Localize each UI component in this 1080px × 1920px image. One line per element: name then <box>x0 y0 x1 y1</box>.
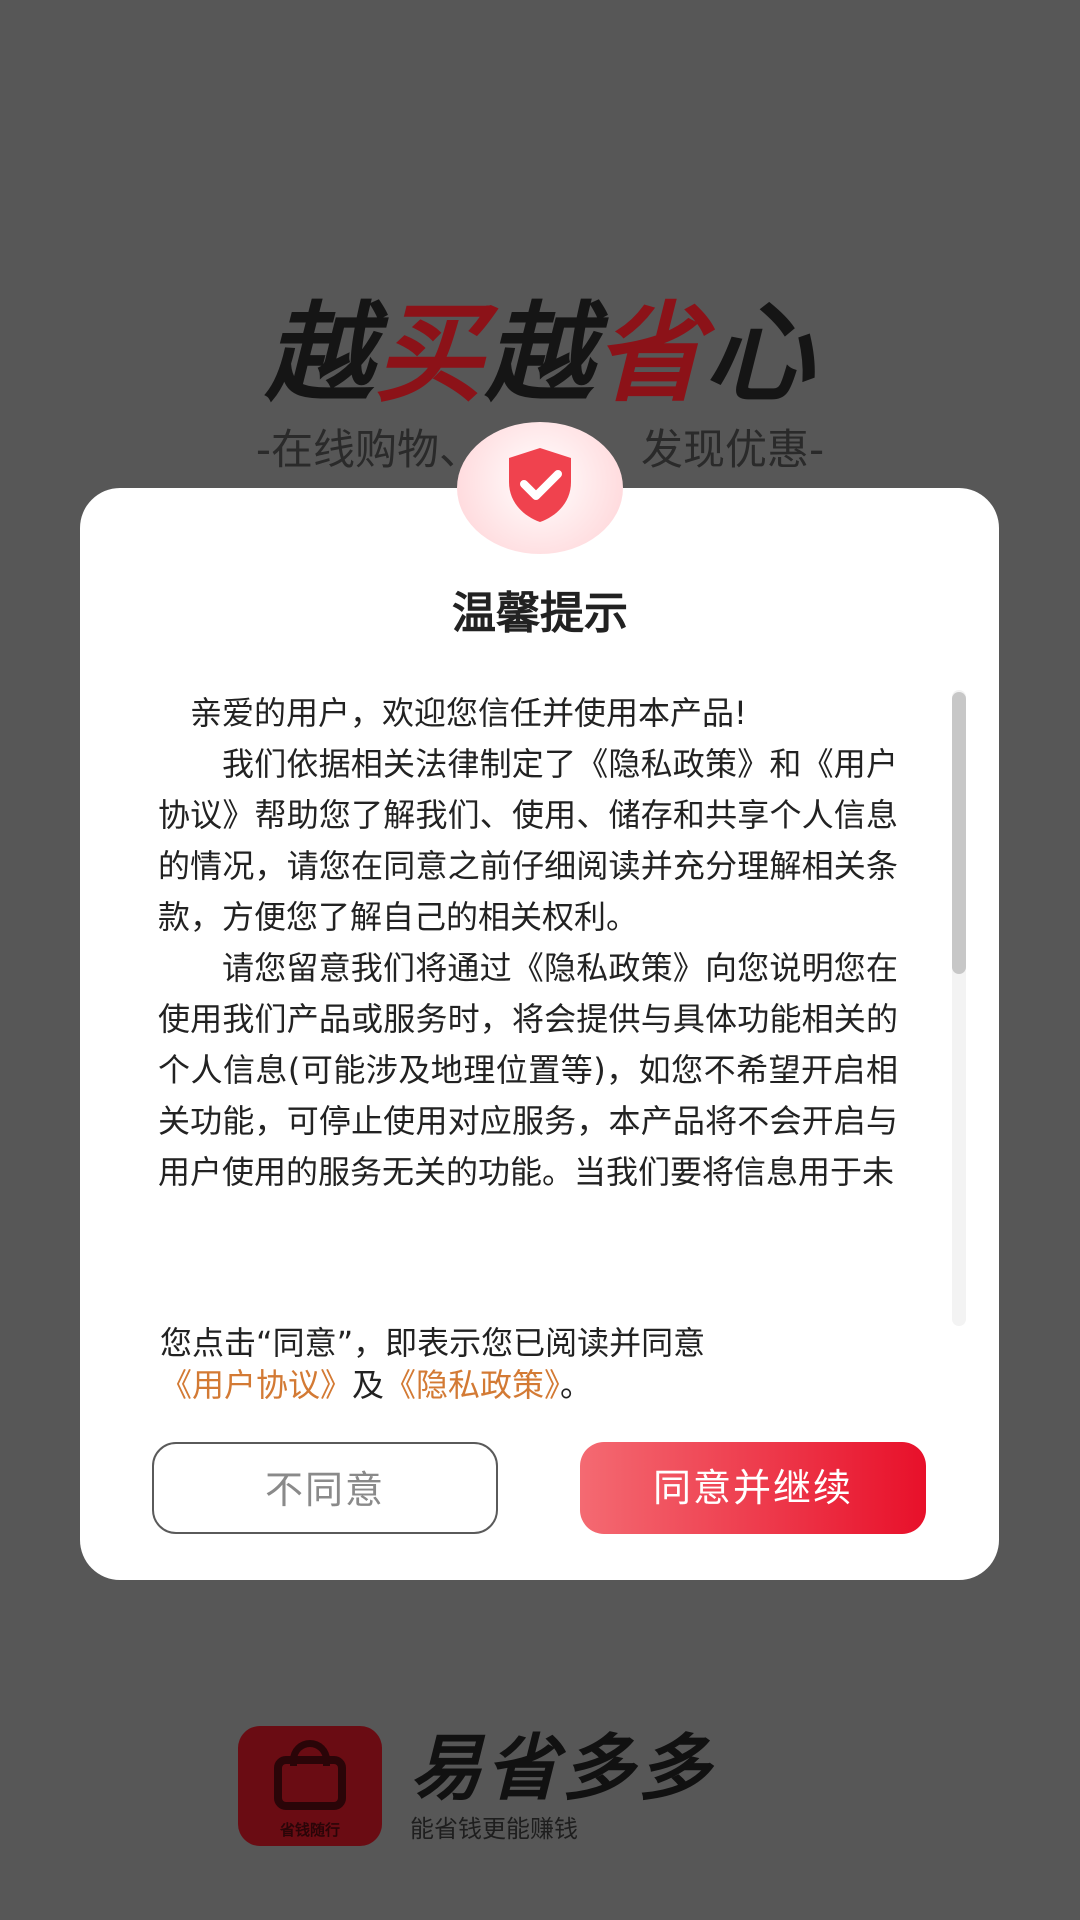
brand-slogan: 能省钱更能赚钱 <box>410 1815 578 1843</box>
shield-check-icon <box>509 448 571 522</box>
dialog-title: 温馨提示 <box>452 588 628 639</box>
splash-title: 越买越省心 <box>0 295 1080 415</box>
consent-and: 及 <box>352 1366 385 1404</box>
shield-badge <box>457 422 623 554</box>
decline-button[interactable]: 不同意 <box>152 1442 498 1534</box>
consent-text: 您点击“同意”，即表示您已阅读并同意 《用户协议》及《隐私政策》。 <box>160 1322 940 1406</box>
logo-caption: 省钱随行 <box>279 1821 340 1839</box>
splash-subtitle-right: 发现优惠- <box>641 425 825 474</box>
consent-prefix: 您点击“同意”，即表示您已阅读并同意 <box>160 1324 706 1362</box>
policy-paragraph: 亲爱的用户，欢迎您信任并使用本产品! <box>190 694 747 732</box>
splash-title-char: 越 <box>264 292 375 417</box>
scroll-fade <box>140 1256 940 1328</box>
policy-scroll-area[interactable]: 亲爱的用户，欢迎您信任并使用本产品! 我们依据相关法律制定了《隐私政策》和《用户… <box>158 688 898 1326</box>
policy-paragraph: 请您留意我们将通过《隐私政策》向您说明您在使用我们产品或服务时，将会提供与具体功… <box>158 949 898 1191</box>
splash-subtitle-left: -在线购物、 <box>255 425 481 474</box>
user-agreement-link[interactable]: 《用户协议》 <box>160 1366 352 1404</box>
policy-paragraph: 我们依据相关法律制定了《隐私政策》和《用户协议》帮助您了解我们、使用、储存和共享… <box>158 745 898 936</box>
consent-suffix: 。 <box>560 1366 593 1404</box>
splash-title-char: 心 <box>705 292 816 417</box>
scrollbar[interactable] <box>952 690 966 1326</box>
brand-name: 易省多多 <box>410 1726 715 1810</box>
splash-title-char: 买 <box>374 292 485 417</box>
privacy-policy-link[interactable]: 《隐私政策》 <box>384 1366 560 1404</box>
scrollbar-thumb[interactable] <box>952 692 966 974</box>
brand-footer: 省钱随行 易省多多 能省钱更能赚钱 <box>238 1726 858 1846</box>
shopping-bag-body <box>274 1756 346 1810</box>
accept-continue-button[interactable]: 同意并继续 <box>580 1442 926 1534</box>
splash-title-char: 越 <box>484 292 595 417</box>
splash-title-char: 省 <box>595 292 706 417</box>
app-logo: 省钱随行 <box>238 1726 382 1846</box>
